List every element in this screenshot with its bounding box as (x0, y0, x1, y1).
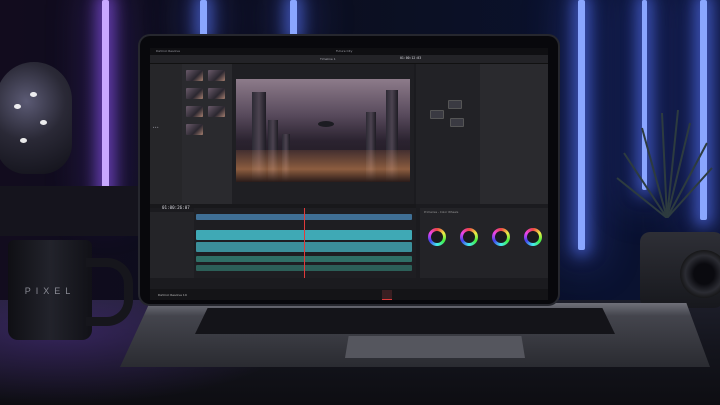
media-thumbnail[interactable] (186, 124, 203, 135)
color-node[interactable] (450, 118, 464, 127)
menu-bar: DaVinci Resolve Future City (150, 48, 548, 55)
light-strip (200, 0, 207, 36)
color-page-tab[interactable] (382, 290, 392, 300)
laptop-trackpad (345, 336, 525, 358)
page-bar: DaVinci Resolve 19 (150, 289, 548, 300)
camera (640, 232, 720, 308)
light-strip (578, 0, 585, 250)
app-name: DaVinci Resolve (156, 49, 180, 53)
playhead[interactable] (304, 208, 305, 278)
bottom-label: DaVinci Resolve 19 (158, 293, 187, 297)
viewer-image (236, 79, 410, 182)
node-graph (426, 98, 478, 132)
mug-logo: PIXEL (24, 286, 76, 296)
toolbar: Timeline 1 01:00:12:03 (150, 55, 548, 64)
gamma-wheel[interactable] (460, 228, 478, 246)
media-thumbnail[interactable] (186, 70, 203, 81)
viewer-timecode: 01:00:12:03 (400, 56, 422, 60)
gain-wheel[interactable] (492, 228, 510, 246)
color-wheels-panel: Primaries - Color Wheels (420, 208, 548, 278)
color-panel-label: Primaries - Color Wheels (424, 210, 459, 214)
timeline-timecode: 01:00:26:07 (162, 205, 190, 210)
timeline[interactable] (194, 208, 416, 278)
mug: PIXEL (8, 240, 133, 340)
laptop-screen: DaVinci Resolve Future City Timeline 1 0… (150, 48, 548, 300)
timeline-name[interactable]: Timeline 1 (320, 57, 336, 61)
media-pool: ▸ ▸ ▸ (150, 64, 182, 204)
laptop-keyboard (195, 308, 615, 334)
color-node[interactable] (430, 110, 444, 119)
project-title: Future City (336, 49, 353, 53)
photo-scene: PIXEL DaVinci Resolve Future City Timeli… (0, 0, 720, 405)
plant (616, 109, 713, 218)
lift-wheel[interactable] (428, 228, 446, 246)
media-thumbnail[interactable] (208, 106, 225, 117)
city-lights (236, 150, 410, 182)
light-strip (102, 0, 109, 200)
node-editor (416, 64, 480, 204)
track-headers (150, 212, 194, 278)
media-thumbnail[interactable] (208, 88, 225, 99)
light-strip (290, 0, 297, 36)
mug-handle (86, 258, 133, 326)
media-thumbnails (182, 64, 232, 204)
shelf (0, 186, 150, 236)
glass-globe (0, 62, 72, 174)
media-thumbnail[interactable] (186, 106, 203, 117)
camera-lens (680, 250, 720, 298)
flying-ship (318, 121, 334, 127)
color-node[interactable] (448, 100, 462, 109)
media-thumbnail[interactable] (186, 88, 203, 99)
offset-wheel[interactable] (524, 228, 542, 246)
media-thumbnail[interactable] (208, 70, 225, 81)
effects-panel (480, 64, 548, 204)
